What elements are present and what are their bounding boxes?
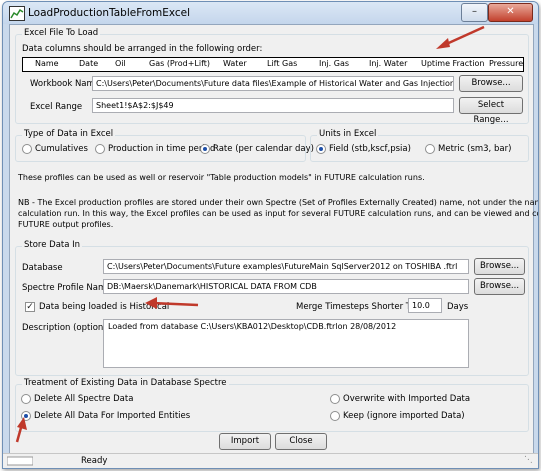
arrow-to-delete-imported-icon bbox=[15, 417, 27, 443]
arrow-to-uptime-fraction-icon bbox=[436, 25, 485, 49]
annotation-arrows bbox=[15, 25, 485, 443]
arrow-to-historical-checkbox-icon bbox=[145, 297, 199, 309]
